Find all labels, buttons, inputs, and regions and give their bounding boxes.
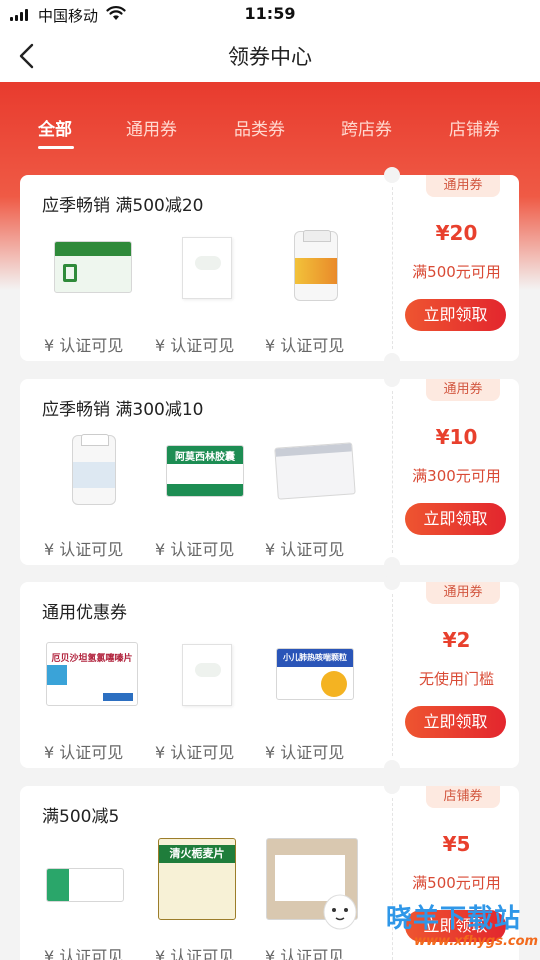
status-bar: 中国移动 11:59 [0, 0, 540, 30]
product-image-label: 清火栀麦片 [159, 845, 235, 863]
status-time: 11:59 [244, 4, 296, 23]
product-image[interactable] [48, 227, 138, 309]
active-tab-indicator [38, 146, 74, 149]
tab-cross-store[interactable]: 跨店券 [341, 115, 392, 140]
coupon-notch [384, 167, 400, 183]
coupon-amount: ¥5 [442, 832, 471, 856]
tab-all[interactable]: 全部 [38, 115, 72, 140]
coupon-notch [384, 760, 400, 776]
watermark: 晓羊下载站 www.xfhygs.com [374, 884, 540, 960]
product-list: 厄贝沙坦氢氯噻嗪片 小儿肺热咳喘颗粒 [20, 634, 392, 730]
tab-store[interactable]: 店铺券 [449, 115, 500, 140]
coupon-divider [392, 594, 393, 756]
claim-button[interactable]: 立即领取 [405, 503, 506, 535]
coupon-amount: ¥10 [435, 425, 478, 449]
coupon-condition: 无使用门槛 [418, 670, 494, 688]
coupon-notch [384, 574, 400, 590]
product-image[interactable]: 阿莫西林胶囊 [160, 431, 250, 513]
coupon-type-badge: 通用券 [426, 175, 500, 197]
coupon-notch [384, 778, 400, 794]
product-list [20, 227, 392, 323]
product-image[interactable]: 清火栀麦片 [152, 838, 242, 920]
coupon-notch [384, 557, 400, 573]
sheep-logo-icon [323, 894, 357, 930]
coupon-condition: 满300元可用 [412, 467, 501, 485]
product-image[interactable]: 小儿肺热咳喘颗粒 [270, 634, 360, 716]
coupon-type-badge: 店铺券 [426, 786, 500, 808]
product-price: ¥ 认证可见 [265, 947, 345, 960]
category-tabs: 全部 通用券 品类券 跨店券 店铺券 [0, 82, 540, 172]
coupon-notch [384, 371, 400, 387]
coupon-card: 应季畅销 满300减10 阿莫西林胶囊 ¥ 认证可见 ¥ 认证可见 ¥ 认证可见… [20, 371, 519, 573]
coupon-type-badge: 通用券 [426, 582, 500, 604]
coupon-amount: ¥20 [435, 221, 478, 245]
product-image[interactable] [160, 227, 250, 309]
coupon-card: 应季畅销 满500减20 ¥ 认证可见 ¥ 认证可见 ¥ 认证可见 通用券 ¥2… [20, 167, 519, 369]
watermark-text: 晓羊下载站 [386, 904, 522, 934]
product-image[interactable]: 厄贝沙坦氢氯噻嗪片 [40, 634, 142, 716]
product-price: ¥ 认证可见 [155, 540, 235, 559]
coupon-title: 应季畅销 满500减20 [42, 196, 204, 216]
claim-button[interactable]: 立即领取 [405, 299, 506, 331]
product-price: ¥ 认证可见 [265, 743, 345, 762]
product-price: ¥ 认证可见 [44, 336, 124, 355]
coupon-type-badge: 通用券 [426, 379, 500, 401]
product-price: ¥ 认证可见 [44, 743, 124, 762]
product-price: ¥ 认证可见 [44, 947, 124, 960]
product-price: ¥ 认证可见 [155, 743, 235, 762]
watermark-url: www.xfhygs.com [414, 934, 539, 949]
coupon-card: 通用优惠券 厄贝沙坦氢氯噻嗪片 小儿肺热咳喘颗粒 ¥ 认证可见 ¥ 认证可见 ¥… [20, 574, 519, 776]
product-image[interactable] [270, 227, 360, 309]
coupon-title: 通用优惠券 [42, 603, 127, 623]
page-title: 领券中心 [228, 45, 312, 69]
coupon-condition: 满500元可用 [412, 263, 501, 281]
product-price: ¥ 认证可见 [155, 947, 235, 960]
coupon-title: 满500减5 [42, 807, 120, 827]
coupon-title: 应季畅销 满300减10 [42, 400, 204, 420]
coupon-amount: ¥2 [442, 628, 471, 652]
tab-general[interactable]: 通用券 [126, 115, 177, 140]
claim-button[interactable]: 立即领取 [405, 706, 506, 738]
product-price: ¥ 认证可见 [155, 336, 235, 355]
coupon-divider [392, 187, 393, 349]
product-image-label: 小儿肺热咳喘颗粒 [283, 653, 347, 662]
coupon-divider [392, 391, 393, 553]
product-price: ¥ 认证可见 [265, 336, 345, 355]
tab-category[interactable]: 品类券 [234, 115, 285, 140]
product-image-label: 阿莫西林胶囊 [175, 452, 235, 463]
product-list: 阿莫西林胶囊 [20, 431, 392, 527]
nav-bar: 领券中心 [0, 30, 540, 82]
product-image-label: 厄贝沙坦氢氯噻嗪片 [51, 654, 133, 664]
product-image[interactable] [40, 838, 130, 920]
product-price: ¥ 认证可见 [44, 540, 124, 559]
product-image[interactable] [270, 431, 360, 513]
product-price: ¥ 认证可见 [265, 540, 345, 559]
coupon-notch [384, 353, 400, 369]
product-image[interactable] [48, 431, 138, 513]
product-image[interactable] [160, 634, 250, 716]
